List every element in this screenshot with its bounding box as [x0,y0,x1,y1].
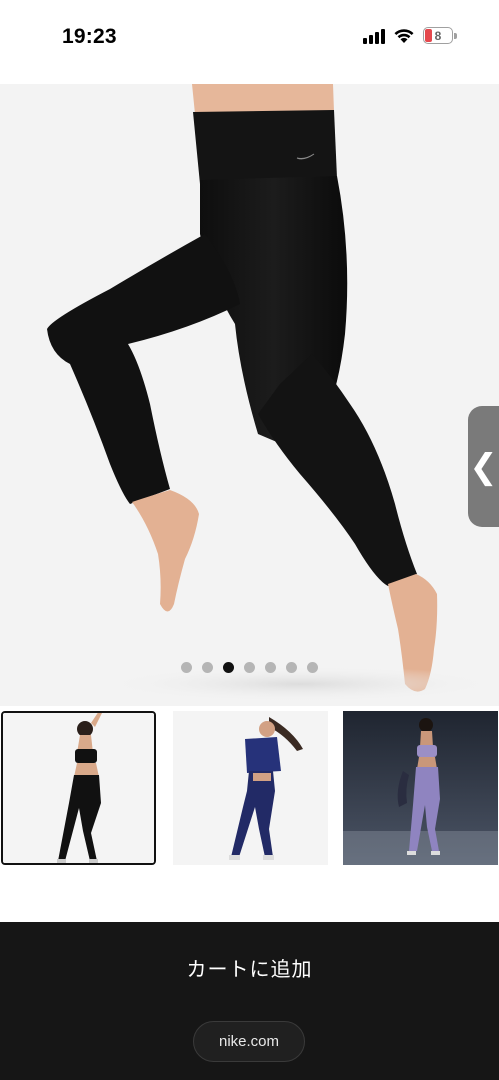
image-pagination [0,662,499,673]
status-icons: 8 [363,27,457,44]
pagination-dot[interactable] [181,662,192,673]
pagination-dot[interactable] [265,662,276,673]
cellular-signal-icon [363,28,385,44]
leggings-photo [47,84,499,702]
thumbnail-lavender-outfit [343,711,498,865]
thumbnail-3[interactable] [343,711,498,865]
thumbnail-strip [0,709,499,869]
product-main-image[interactable]: ❮ [0,84,499,706]
battery-icon: 8 [423,27,453,44]
pagination-dot[interactable] [286,662,297,673]
pagination-dot[interactable] [307,662,318,673]
battery-level: 8 [434,28,442,43]
side-panel-handle[interactable]: ❮ [468,406,499,527]
thumbnail-1[interactable] [1,711,156,865]
status-bar: 19:23 8 [0,0,499,84]
url-pill[interactable]: nike.com [193,1021,305,1062]
pagination-dot[interactable] [202,662,213,673]
add-to-cart-button[interactable]: カートに追加 [0,942,499,992]
bottom-bar: カートに追加 nike.com [0,922,499,1080]
status-time: 19:23 [62,25,117,48]
thumbnail-black-outfit [3,713,154,863]
wifi-icon [394,29,414,43]
thumbnail-navy-outfit [173,711,328,865]
pagination-dot[interactable] [223,662,234,673]
pagination-dot[interactable] [244,662,255,673]
thumbnail-2[interactable] [173,711,328,865]
